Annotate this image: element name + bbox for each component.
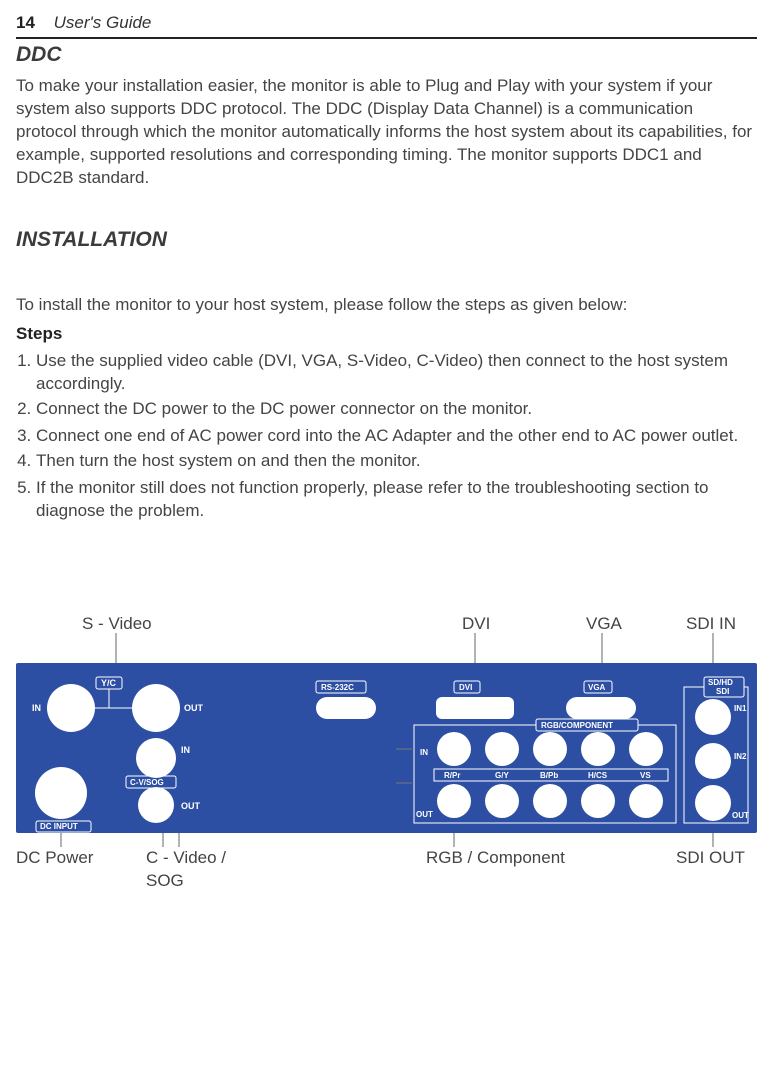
step-item: Use the supplied video cable (DVI, VGA, … — [36, 350, 757, 396]
panel-rgbcomp: RGB/COMPONENT — [541, 721, 613, 730]
panel-rgb-in: IN — [420, 748, 428, 757]
panel-sdi-out: OUT — [732, 811, 749, 820]
panel-dc-input: DC INPUT — [40, 822, 78, 831]
ddc-title: DDC — [16, 41, 757, 69]
step-item: Connect one end of AC power cord into th… — [36, 425, 757, 448]
step-item: Then turn the host system on and then th… — [36, 450, 757, 473]
installation-title: INSTALLATION — [16, 226, 757, 254]
panel-rgb-out: OUT — [416, 810, 433, 819]
page-header: 14 User's Guide — [16, 12, 757, 39]
installation-intro: To install the monitor to your host syst… — [16, 294, 757, 317]
steps-label: Steps — [16, 323, 757, 346]
label-sdi-out: SDI OUT — [676, 847, 745, 870]
page-number: 14 — [16, 13, 35, 32]
panel-in-left: IN — [32, 703, 41, 713]
panel-rs232c: RS-232C — [321, 683, 354, 692]
steps-list: Use the supplied video cable (DVI, VGA, … — [16, 350, 757, 523]
panel-dvi: DVI — [459, 683, 472, 692]
panel-gy: G/Y — [495, 771, 509, 780]
panel-sdhd: SD/HD — [708, 678, 733, 687]
step-item: If the monitor still does not function p… — [36, 477, 757, 523]
panel-hcs: H/CS — [588, 771, 608, 780]
panel-in2: IN2 — [734, 752, 747, 761]
panel-bpb: B/Pb — [540, 771, 558, 780]
panel-in1: IN1 — [734, 704, 747, 713]
label-rgb-component: RGB / Component — [426, 847, 565, 870]
panel-cvsog: C-V/SOG — [130, 778, 164, 787]
panel-out-left: OUT — [184, 703, 204, 713]
connector-diagram: S - Video DVI VGA SDI IN IN OUT Y/C IN O… — [16, 613, 757, 889]
top-ticks-icon — [16, 613, 757, 663]
diagram-bottom-labels: DC Power C - Video / SOG RGB / Component… — [16, 839, 757, 889]
panel-svg-icon: Y/C IN OUT IN C-V/SOG OUT DC INPUT — [16, 663, 757, 833]
diagram-top-labels: S - Video DVI VGA SDI IN — [16, 613, 757, 663]
panel-vga: VGA — [588, 683, 606, 692]
step-item: Connect the DC power to the DC power con… — [36, 398, 757, 421]
panel-sdi: SDI — [716, 687, 729, 696]
connector-panel: Y/C IN OUT IN C-V/SOG OUT DC INPUT — [16, 663, 757, 833]
panel-out-cv: OUT — [181, 801, 201, 811]
panel-vs: VS — [640, 771, 651, 780]
ddc-body: To make your installation easier, the mo… — [16, 75, 757, 190]
panel-yc: Y/C — [101, 678, 117, 688]
label-cvideo-sog: C - Video / SOG — [146, 847, 246, 893]
bottom-ticks-icon — [16, 833, 757, 873]
panel-rpr: R/Pr — [444, 771, 460, 780]
label-dc-power: DC Power — [16, 847, 93, 870]
guide-label: User's Guide — [54, 13, 152, 32]
panel-in-cv: IN — [181, 745, 190, 755]
